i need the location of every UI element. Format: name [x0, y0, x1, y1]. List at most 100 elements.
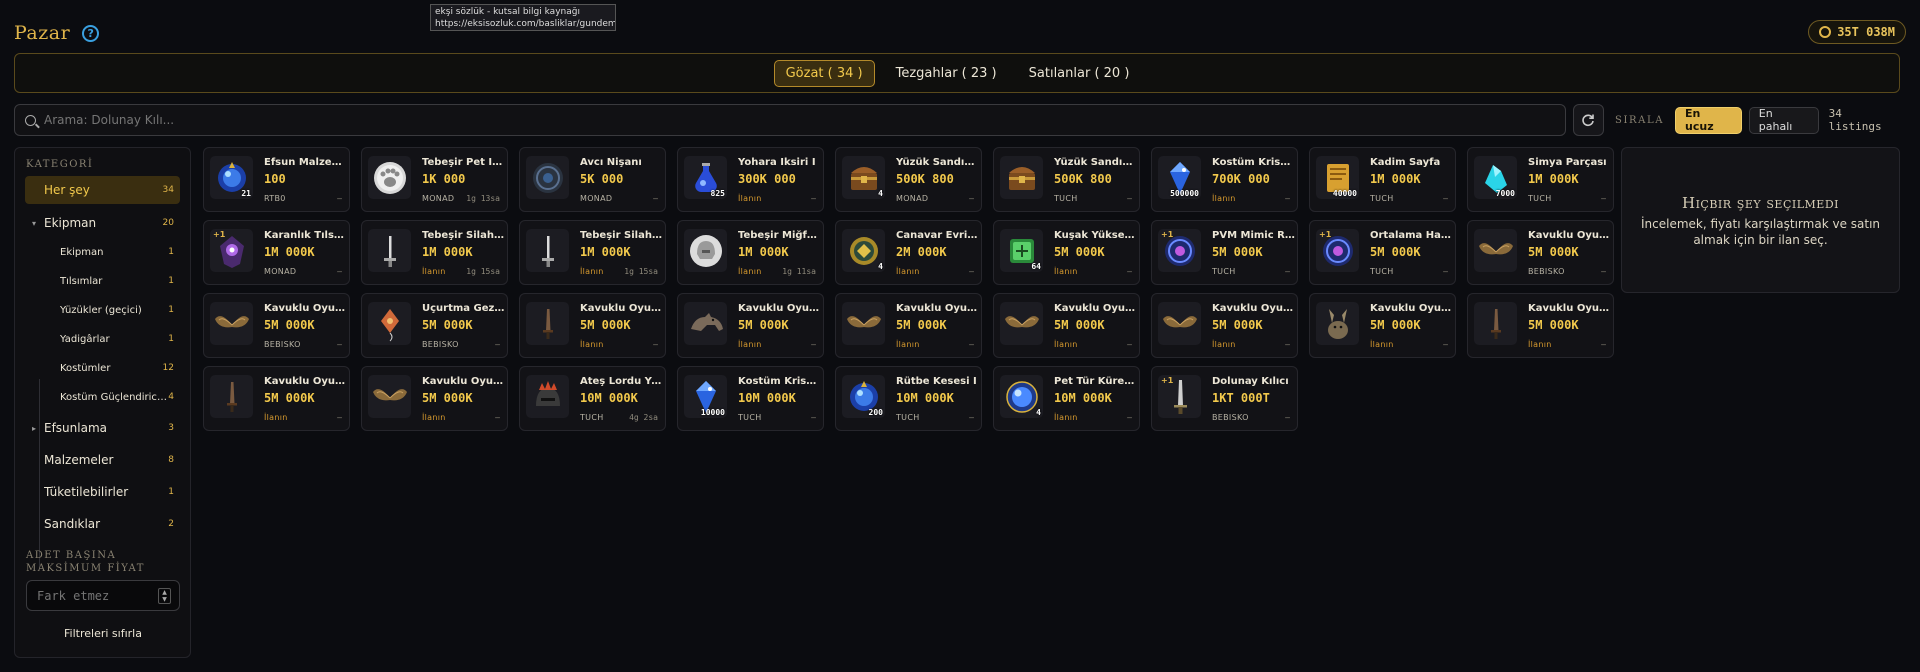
item-thumbnail — [526, 229, 569, 272]
listing-card[interactable]: Kavuklu Oyuncak 5M 000K İlanın – — [1151, 293, 1298, 358]
max-price-input[interactable] — [37, 588, 147, 603]
listing-card[interactable]: Kavuklu Oyuncak 5M 000K İlanın – — [835, 293, 982, 358]
item-name: Ortalama Hasar — [1370, 230, 1453, 241]
listing-card[interactable]: 64 Kuşak Yükseltme 5M 000K İlanın – — [993, 220, 1140, 285]
item-name: Tebeşir Miğfer İşareti — [738, 230, 821, 241]
search-input[interactable] — [44, 113, 1544, 127]
browser-tooltip: ekşi sözlük - kutsal bilgi kaynağı https… — [430, 4, 616, 31]
category-consumables[interactable]: Tüketilebilirler 1 — [25, 478, 180, 506]
tab-stalls[interactable]: Tezgahlar ( 23 ) — [885, 61, 1008, 86]
tab-sold[interactable]: Satılanlar ( 20 ) — [1018, 61, 1141, 86]
category-talismans[interactable]: Tılsımlar 1 — [25, 267, 180, 295]
item-price: 5M 000K — [1528, 318, 1579, 332]
item-price: 5M 000K — [1528, 245, 1579, 259]
category-relics[interactable]: Yadigârlar 1 — [25, 325, 180, 353]
search-row: SIRALA En ucuz En pahalı 34 listings — [14, 104, 1900, 136]
listing-card[interactable]: 7000 Simya Parçası 1M 000K TUCH – — [1467, 147, 1614, 212]
listing-card[interactable]: +1 Ortalama Hasar 5M 000K TUCH – — [1309, 220, 1456, 285]
category-costume-boosters[interactable]: Kostüm Güçlendirici... 4 — [25, 383, 180, 411]
listing-count: 34 listings — [1828, 107, 1882, 133]
item-price: 1M 000K — [738, 245, 789, 259]
wolf-icon — [690, 312, 723, 331]
category-materials[interactable]: Malzemeler 8 — [25, 446, 180, 474]
price-stepper[interactable]: ▲ ▼ — [158, 587, 171, 604]
category-sidebar: KATEGORİ Her şey 34 ▾ Ekipman 20 Ekipman 1 T… — [14, 147, 191, 658]
category-label: Ekipman — [44, 216, 97, 230]
detail-title: Hiçbir şey seçilmedi — [1681, 194, 1839, 212]
search-box — [14, 104, 1566, 136]
listing-card[interactable]: Kavuklu Oyuncak 5M 000K İlanın – — [677, 293, 824, 358]
item-time-left: 4g 2sa — [629, 413, 658, 422]
category-rings[interactable]: Yüzükler (geçici) 1 — [25, 296, 180, 324]
listing-card[interactable]: Avcı Nişanı 5K 000 MONAD – — [519, 147, 666, 212]
listing-card[interactable]: 4 Pet Tür Küresi I 10M 000K İlanın – — [993, 366, 1140, 431]
sort-cheapest-button[interactable]: En ucuz — [1675, 106, 1742, 134]
category-label: Efsunlama — [44, 421, 107, 435]
listing-card[interactable]: Kavuklu Oyuncak 5M 000K İlanın – — [1467, 293, 1614, 358]
listing-card[interactable]: Kavuklu Oyuncak 5M 000K İlanın – — [993, 293, 1140, 358]
listing-card[interactable]: Tebeşir Silah İşareti 1M 000K İlanın 1g 15s… — [519, 220, 666, 285]
refresh-button[interactable] — [1572, 104, 1605, 136]
category-equipment-sub[interactable]: Ekipman 1 — [25, 238, 180, 266]
tooltip-title: ekşi sözlük - kutsal bilgi kaynağı — [435, 7, 580, 17]
listing-card[interactable]: Tebeşir Silah İşareti 1M 000K İlanın 1g 15s… — [361, 220, 508, 285]
listing-card[interactable]: 4 Canavar Evrimi 2M 000K İlanın – — [835, 220, 982, 285]
dagger-icon — [1490, 308, 1501, 339]
item-thumbnail — [842, 302, 885, 345]
reset-filters-button[interactable]: Filtreleri sıfırla — [26, 627, 180, 640]
listing-card[interactable]: +1 Karanlık Tılsımı 1M 000K MONAD – — [203, 220, 350, 285]
listing-card[interactable]: Kavuklu Oyuncak 5M 000K İlanın – — [361, 366, 508, 431]
listing-card[interactable]: +1 Dolunay Kılıcı 1KT 000T BEBISKO – — [1151, 366, 1298, 431]
category-label: Kostüm Güçlendirici... — [60, 391, 169, 403]
item-time-left: – — [811, 340, 816, 349]
listing-card[interactable]: +1 PVM Mimic Rünü 5M 000K TUCH – — [1151, 220, 1298, 285]
item-thumbnail — [1000, 302, 1043, 345]
item-quantity: 4 — [878, 189, 883, 198]
item-time-left: – — [337, 194, 342, 203]
sort-expensive-button[interactable]: En pahalı — [1748, 106, 1819, 134]
item-price: 5M 000K — [1370, 318, 1421, 332]
item-thumbnail: 64 — [1000, 229, 1043, 272]
listing-card[interactable]: Kavuklu Oyuncak 5M 000K İlanın – — [203, 366, 350, 431]
item-time-left: – — [653, 340, 658, 349]
item-name: Kavuklu Oyuncak — [1528, 230, 1611, 241]
listing-card[interactable]: Tebeşir Pet İşareti 1K 000 MONAD 1g 13sa — [361, 147, 508, 212]
listing-card[interactable]: 825 Yohara İksiri I 300K 000 İlanın – — [677, 147, 824, 212]
item-thumbnail — [526, 375, 569, 418]
item-price: 5M 000K — [264, 318, 315, 332]
category-count: 2 — [168, 519, 174, 529]
category-count: 8 — [168, 455, 174, 465]
category-heading: KATEGORİ — [26, 159, 94, 170]
category-label: Her şey — [44, 183, 90, 197]
item-seller: İlanın — [738, 340, 762, 349]
listing-card[interactable]: Ateş Lordu Yüzüğü 10M 000K TUCH 4g 2sa — [519, 366, 666, 431]
listing-card[interactable]: Kavuklu Oyuncak 5M 000K İlanın – — [1309, 293, 1456, 358]
category-label: Ekipman — [60, 246, 104, 258]
category-count: 1 — [168, 276, 174, 286]
listing-card[interactable]: Kavuklu Oyuncak 5M 000K BEBISKO – — [1467, 220, 1614, 285]
listing-card[interactable]: Yüzük Sandığı I 500K 800 TUCH – — [993, 147, 1140, 212]
tab-browse[interactable]: Gözat ( 34 ) — [773, 59, 875, 87]
listing-card[interactable]: Tebeşir Miğfer İşareti 1M 000K İlanın 1g 11… — [677, 220, 824, 285]
category-enchanting[interactable]: ▸ Efsunlama 3 — [25, 414, 180, 442]
category-equipment[interactable]: ▾ Ekipman 20 — [25, 209, 180, 237]
listing-card[interactable]: 4 Yüzük Sandığı I 500K 800 MONAD – — [835, 147, 982, 212]
listing-card[interactable]: Kavuklu Oyuncak 5M 000K BEBISKO – — [203, 293, 350, 358]
help-icon[interactable]: ? — [82, 24, 100, 42]
listing-card[interactable]: 200 Rütbe Kesesi I 10M 000K TUCH – — [835, 366, 982, 431]
listing-card[interactable]: 10000 Kostüm Kristali I 10M 000K TUCH – — [677, 366, 824, 431]
listing-card[interactable]: 21 Efsun Malzemesi 100 RTB0 – — [203, 147, 350, 212]
listing-card[interactable]: Uçurtma Gezgini 5M 000K BEBISKO – — [361, 293, 508, 358]
category-chests[interactable]: Sandıklar 2 — [25, 510, 180, 538]
item-name: Tebeşir Silah İşareti — [422, 230, 505, 241]
item-thumbnail: 10000 — [684, 375, 727, 418]
category-all[interactable]: Her şey 34 — [25, 176, 180, 204]
item-upgrade-level: +1 — [213, 230, 226, 239]
listing-card[interactable]: Kavuklu Oyuncak 5M 000K İlanın – — [519, 293, 666, 358]
listing-card[interactable]: 40000 Kadim Sayfa 1M 000K TUCH – — [1309, 147, 1456, 212]
category-costumes[interactable]: Kostümler 12 — [25, 354, 180, 382]
item-name: Rütbe Kesesi I — [896, 376, 977, 387]
listing-card[interactable]: 500000 Kostüm Kristali I 700K 000 İlanın – — [1151, 147, 1298, 212]
item-price: 10M 000K — [896, 391, 954, 405]
item-quantity: 4 — [1036, 408, 1041, 417]
